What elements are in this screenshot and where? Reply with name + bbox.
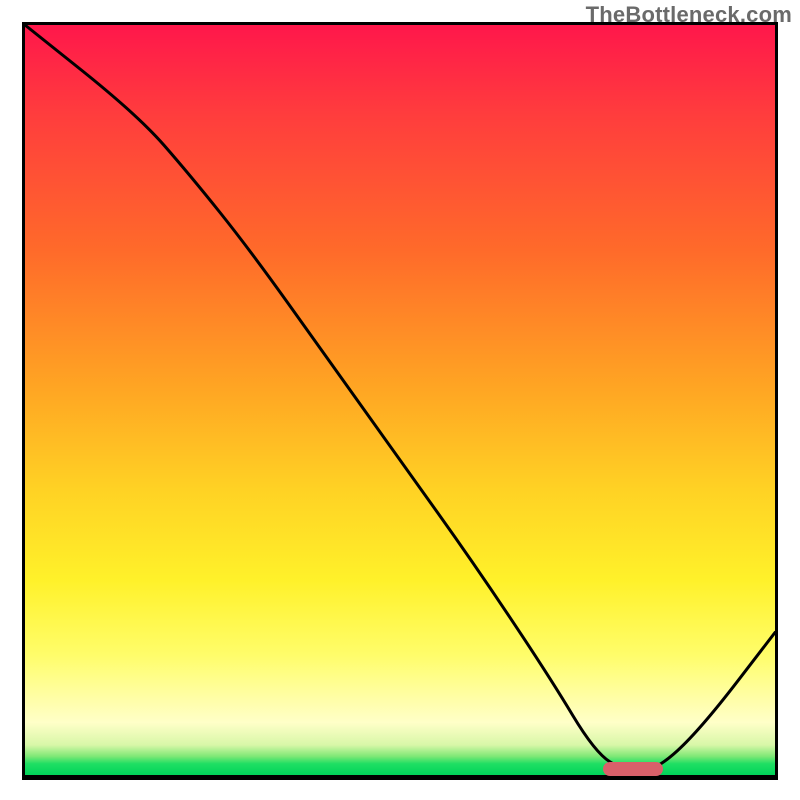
chart-canvas: TheBottleneck.com [0,0,800,800]
optimal-range-marker [603,762,663,776]
axis-right [775,22,778,778]
bottleneck-curve [25,25,775,775]
axis-bottom [22,775,778,780]
